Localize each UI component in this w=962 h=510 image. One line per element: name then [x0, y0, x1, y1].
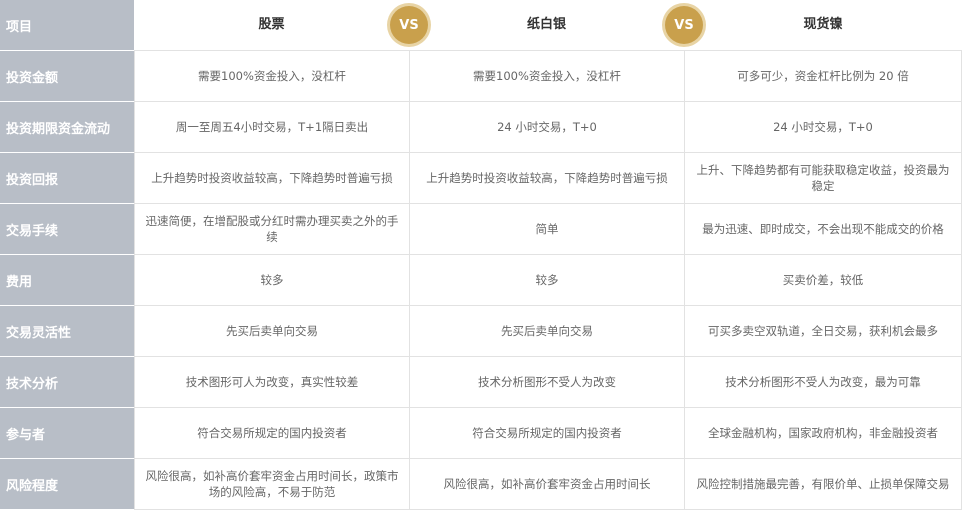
row-label: 费用	[0, 255, 134, 306]
row-label: 风险程度	[0, 459, 134, 510]
table-row: 风险程度 风险很高，如补高价套牢资金占用时间长，政策市场的风险高，不易于防范 风…	[0, 459, 962, 510]
cell-paper-silver: 先买后卖单向交易	[409, 306, 684, 357]
row-label: 交易手续	[0, 204, 134, 255]
cell-spot-nickel: 技术分析图形不受人为改变，最为可靠	[684, 357, 962, 408]
cell-spot-nickel: 上升、下降趋势都有可能获取稳定收益，投资最为稳定	[684, 153, 962, 204]
header-spot-nickel: 现货镍	[684, 0, 962, 51]
table-row: 交易手续 迅速简便，在增配股或分红时需办理买卖之外的手续 简单 最为迅速、即时成…	[0, 204, 962, 255]
table-row: 费用 较多 较多 买卖价差，较低	[0, 255, 962, 306]
row-label: 投资回报	[0, 153, 134, 204]
comparison-table: 项目 股票 纸白银 现货镍 VS VS 投资金额 需要100%资金投入，没杠杆 …	[0, 0, 962, 510]
header-item-label: 项目	[0, 0, 134, 51]
cell-spot-nickel: 买卖价差，较低	[684, 255, 962, 306]
table-row: 技术分析 技术图形可人为改变，真实性较差 技术分析图形不受人为改变 技术分析图形…	[0, 357, 962, 408]
table-row: 投资期限资金流动 周一至周五4小时交易，T+1隔日卖出 24 小时交易，T+0 …	[0, 102, 962, 153]
cell-stock: 需要100%资金投入，没杠杆	[134, 51, 409, 102]
row-label: 技术分析	[0, 357, 134, 408]
cell-stock: 技术图形可人为改变，真实性较差	[134, 357, 409, 408]
cell-stock: 迅速简便，在增配股或分红时需办理买卖之外的手续	[134, 204, 409, 255]
header-stock: 股票	[134, 0, 409, 51]
row-label: 交易灵活性	[0, 306, 134, 357]
cell-spot-nickel: 24 小时交易，T+0	[684, 102, 962, 153]
vs-badge-1: VS	[390, 6, 428, 44]
table-row: 参与者 符合交易所规定的国内投资者 符合交易所规定的国内投资者 全球金融机构，国…	[0, 408, 962, 459]
vs-badge-2: VS	[665, 6, 703, 44]
row-label: 参与者	[0, 408, 134, 459]
cell-stock: 较多	[134, 255, 409, 306]
cell-stock: 符合交易所规定的国内投资者	[134, 408, 409, 459]
cell-paper-silver: 较多	[409, 255, 684, 306]
table-row: 投资金额 需要100%资金投入，没杠杆 需要100%资金投入，没杠杆 可多可少，…	[0, 51, 962, 102]
cell-spot-nickel: 全球金融机构，国家政府机构，非金融投资者	[684, 408, 962, 459]
table-row: 交易灵活性 先买后卖单向交易 先买后卖单向交易 可买多卖空双轨道，全日交易，获利…	[0, 306, 962, 357]
cell-spot-nickel: 可多可少，资金杠杆比例为 20 倍	[684, 51, 962, 102]
cell-stock: 先买后卖单向交易	[134, 306, 409, 357]
cell-paper-silver: 简单	[409, 204, 684, 255]
cell-paper-silver: 技术分析图形不受人为改变	[409, 357, 684, 408]
cell-paper-silver: 上升趋势时投资收益较高，下降趋势时普遍亏损	[409, 153, 684, 204]
cell-paper-silver: 风险很高，如补高价套牢资金占用时间长	[409, 459, 684, 510]
cell-spot-nickel: 最为迅速、即时成交，不会出现不能成交的价格	[684, 204, 962, 255]
cell-paper-silver: 符合交易所规定的国内投资者	[409, 408, 684, 459]
cell-paper-silver: 需要100%资金投入，没杠杆	[409, 51, 684, 102]
row-label: 投资金额	[0, 51, 134, 102]
cell-paper-silver: 24 小时交易，T+0	[409, 102, 684, 153]
cell-stock: 周一至周五4小时交易，T+1隔日卖出	[134, 102, 409, 153]
cell-stock: 上升趋势时投资收益较高，下降趋势时普遍亏损	[134, 153, 409, 204]
cell-spot-nickel: 可买多卖空双轨道，全日交易，获利机会最多	[684, 306, 962, 357]
cell-stock: 风险很高，如补高价套牢资金占用时间长，政策市场的风险高，不易于防范	[134, 459, 409, 510]
row-label: 投资期限资金流动	[0, 102, 134, 153]
header-row: 项目 股票 纸白银 现货镍	[0, 0, 962, 51]
cell-spot-nickel: 风险控制措施最完善，有限价单、止损单保障交易	[684, 459, 962, 510]
header-paper-silver: 纸白银	[409, 0, 684, 51]
table-row: 投资回报 上升趋势时投资收益较高，下降趋势时普遍亏损 上升趋势时投资收益较高，下…	[0, 153, 962, 204]
